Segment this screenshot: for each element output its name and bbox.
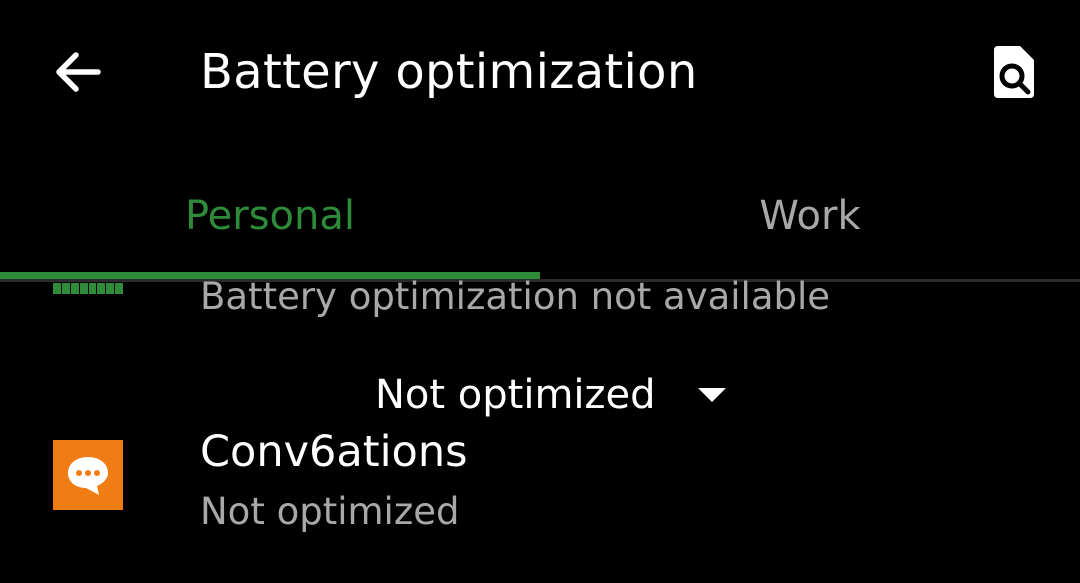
search-button[interactable] [976,34,1052,110]
chat-bubble-icon [53,440,123,510]
page-title: Battery optimization [200,44,698,100]
app-bar: Battery optimization [0,0,1080,150]
back-button[interactable] [38,36,118,108]
tab-personal[interactable]: Personal [0,160,540,272]
filter-selected-label: Not optimized [375,372,656,418]
arrow-left-icon [56,52,101,92]
tab-personal-label: Personal [184,193,356,239]
list-item[interactable]: Conv6ations Not optimized [0,418,1080,548]
app-status: Not optimized [200,490,460,533]
tab-work[interactable]: Work [540,160,1080,272]
battery-app-icon [53,283,123,294]
list-item-subtitle: Battery optimization not available [200,275,831,318]
dropdown-arrow-icon [697,388,726,402]
tab-work-label: Work [759,193,861,239]
profile-tabs: Personal Work [0,160,1080,282]
search-in-page-icon [994,46,1034,98]
app-name: Conv6ations [200,427,468,477]
